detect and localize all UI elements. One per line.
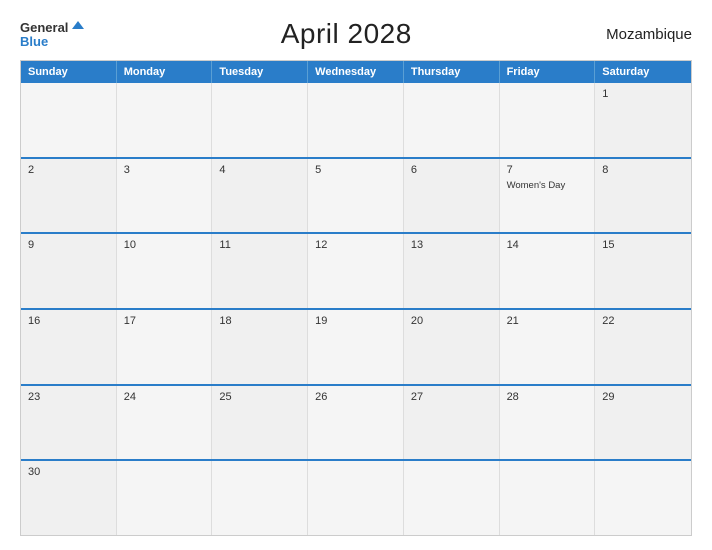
day-number: 9 [28,239,109,251]
header-sunday: Sunday [21,61,117,83]
calendar-cell-r3-c6: 22 [595,310,691,384]
calendar-cell-r4-c6: 29 [595,386,691,460]
day-number: 3 [124,164,205,176]
calendar: Sunday Monday Tuesday Wednesday Thursday… [20,60,692,536]
calendar-cell-r3-c1: 17 [117,310,213,384]
calendar-cell-r1-c1: 3 [117,159,213,233]
day-number: 27 [411,391,492,403]
day-number: 15 [602,239,684,251]
calendar-cell-r4-c2: 25 [212,386,308,460]
calendar-cell-r1-c2: 4 [212,159,308,233]
day-number: 1 [602,88,684,100]
day-number: 16 [28,315,109,327]
day-number: 17 [124,315,205,327]
calendar-cell-r5-c6 [595,461,691,535]
calendar-cell-r3-c3: 19 [308,310,404,384]
day-number: 28 [507,391,588,403]
calendar-cell-r0-c1 [117,83,213,157]
calendar-cell-r1-c3: 5 [308,159,404,233]
day-number: 12 [315,239,396,251]
day-number: 19 [315,315,396,327]
day-number: 22 [602,315,684,327]
calendar-cell-r4-c3: 26 [308,386,404,460]
calendar-cell-r5-c2 [212,461,308,535]
day-event: Women's Day [507,180,588,191]
day-number: 21 [507,315,588,327]
calendar-header: Sunday Monday Tuesday Wednesday Thursday… [21,61,691,83]
calendar-row-0: 1 [21,83,691,157]
day-number: 8 [602,164,684,176]
day-number: 29 [602,391,684,403]
calendar-body: 1234567Women's Day8910111213141516171819… [21,83,691,535]
day-number: 5 [315,164,396,176]
calendar-cell-r3-c2: 18 [212,310,308,384]
day-number: 11 [219,239,300,251]
logo-blue-text: Blue [20,35,48,48]
day-number: 20 [411,315,492,327]
calendar-cell-r1-c5: 7 Women's Day [500,159,596,233]
header-wednesday: Wednesday [308,61,404,83]
calendar-row-2: 9 10 11 12 13 14 15 [21,232,691,308]
day-number: 2 [28,164,109,176]
calendar-cell-r2-c1: 10 [117,234,213,308]
calendar-cell-r2-c6: 15 [595,234,691,308]
calendar-cell-r1-c4: 6 [404,159,500,233]
header-tuesday: Tuesday [212,61,308,83]
calendar-cell-r2-c4: 13 [404,234,500,308]
calendar-cell-r0-c4 [404,83,500,157]
day-number: 13 [411,239,492,251]
calendar-cell-r2-c2: 11 [212,234,308,308]
calendar-cell-r0-c0 [21,83,117,157]
calendar-title: April 2028 [281,18,412,50]
calendar-cell-r4-c1: 24 [117,386,213,460]
calendar-cell-r5-c0: 30 [21,461,117,535]
calendar-cell-r0-c6: 1 [595,83,691,157]
calendar-cell-r4-c4: 27 [404,386,500,460]
header-saturday: Saturday [595,61,691,83]
calendar-cell-r4-c0: 23 [21,386,117,460]
calendar-cell-r1-c0: 2 [21,159,117,233]
calendar-row-4: 23 24 25 26 27 28 29 [21,384,691,460]
day-number: 6 [411,164,492,176]
calendar-cell-r1-c6: 8 [595,159,691,233]
header-thursday: Thursday [404,61,500,83]
day-number: 10 [124,239,205,251]
header: General Blue April 2028 Mozambique [20,18,692,50]
day-number: 14 [507,239,588,251]
country-label: Mozambique [606,26,692,43]
calendar-cell-r2-c5: 14 [500,234,596,308]
logo-general-text: General [20,21,68,34]
calendar-cell-r5-c5 [500,461,596,535]
calendar-row-1: 2 3 4 5 6 7 Women's Day 8 [21,157,691,233]
logo-flag-icon [70,19,86,35]
calendar-row-3: 16 17 18 19 20 21 22 [21,308,691,384]
calendar-cell-r5-c4 [404,461,500,535]
calendar-cell-r3-c4: 20 [404,310,500,384]
calendar-cell-r0-c2 [212,83,308,157]
page: General Blue April 2028 Mozambique Sunda… [0,0,712,550]
calendar-cell-r0-c5 [500,83,596,157]
calendar-cell-r0-c3 [308,83,404,157]
day-number: 4 [219,164,300,176]
header-friday: Friday [500,61,596,83]
day-number: 18 [219,315,300,327]
calendar-cell-r3-c5: 21 [500,310,596,384]
calendar-row-5: 30 [21,459,691,535]
day-number: 24 [124,391,205,403]
calendar-cell-r4-c5: 28 [500,386,596,460]
day-number: 30 [28,466,109,478]
logo: General Blue [20,21,86,48]
calendar-cell-r5-c3 [308,461,404,535]
day-number: 23 [28,391,109,403]
calendar-cell-r2-c3: 12 [308,234,404,308]
day-number: 25 [219,391,300,403]
calendar-cell-r2-c0: 9 [21,234,117,308]
calendar-cell-r3-c0: 16 [21,310,117,384]
calendar-cell-r5-c1 [117,461,213,535]
day-number: 26 [315,391,396,403]
header-monday: Monday [117,61,213,83]
day-number: 7 [507,164,588,176]
